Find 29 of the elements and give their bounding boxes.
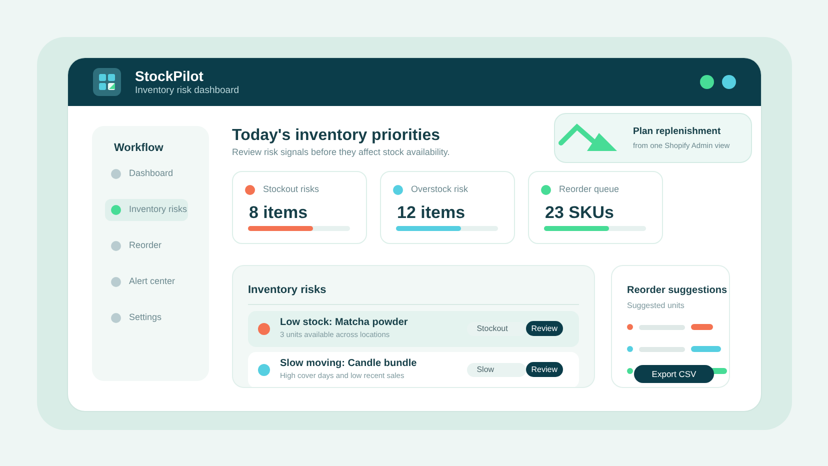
sidebar-item[interactable]: Settings	[105, 306, 188, 328]
risk-title: Slow moving: Candle bundle	[280, 358, 418, 370]
page-title: Today's inventory priorities	[232, 126, 441, 146]
stat-label: Stockout risks	[263, 183, 320, 196]
export-button[interactable]: Export CSV	[634, 365, 714, 383]
panel-subtitle: Suggested units	[627, 300, 686, 312]
suggestion-bar	[691, 346, 721, 352]
stat-value: 12 items	[397, 204, 466, 220]
sidebar-item[interactable]: Alert center	[105, 270, 188, 292]
risk-title: Low stock: Matcha powder	[280, 316, 409, 330]
placeholder-bar	[639, 346, 685, 352]
grid-logo-icon	[93, 68, 121, 96]
review-button[interactable]: Review	[526, 362, 563, 377]
stat-value: 8 items	[249, 204, 309, 220]
page-subtitle: Review risk signals before they affect stock availability.	[232, 146, 450, 159]
stat-label: Reorder queue	[559, 183, 620, 196]
sidebar-title: Workflow	[114, 141, 164, 156]
app-name: StockPilot	[135, 68, 204, 83]
panel-title: Reorder suggestions	[627, 284, 728, 298]
stat-value: 23 SKUs	[545, 204, 615, 220]
suggestion-bar	[691, 324, 713, 330]
app-subtitle: Inventory risk dashboard	[135, 86, 240, 96]
panel-title: Inventory risks	[248, 282, 579, 304]
placeholder-bar	[639, 324, 685, 330]
stat-label: Overstock risk	[411, 183, 468, 196]
risk-tag: Stockout	[466, 322, 526, 336]
risk-tag: Slow	[466, 362, 526, 376]
review-button[interactable]: Review	[526, 321, 563, 336]
promo-title: Plan replenishment	[633, 125, 722, 140]
